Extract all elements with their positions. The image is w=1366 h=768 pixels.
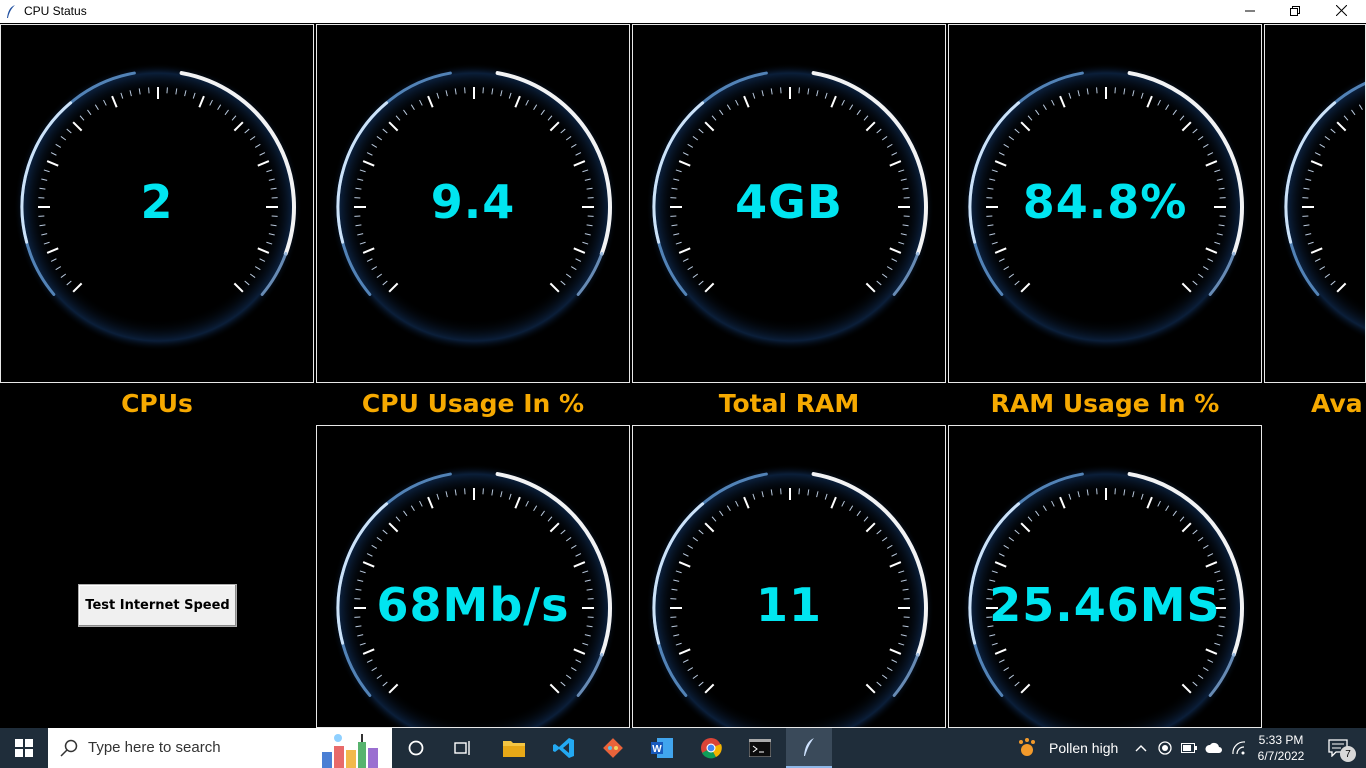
taskbar: Type here to search W Pollen high 5:33 P… (0, 728, 1366, 768)
gauge-dial (330, 464, 618, 727)
battery-button[interactable] (1179, 728, 1199, 768)
restore-icon (1290, 6, 1300, 16)
gauge-label-ram-usage: RAM Usage In % (990, 389, 1220, 418)
gauge-label-available: Ava (1311, 389, 1363, 418)
clock-date: 6/7/2022 (1257, 749, 1305, 763)
record-icon (1158, 741, 1172, 755)
gauge-value-cpu-usage: 9.4 (430, 175, 516, 229)
taskbar-vscode[interactable] (543, 728, 585, 768)
taskbar-python-app[interactable] (786, 728, 832, 768)
taskbar-search[interactable]: Type here to search (48, 728, 392, 768)
gauge-panel-ping: 25.46MS (948, 425, 1262, 728)
cortana-button[interactable] (396, 728, 436, 768)
gauge-value-cpus: 2 (140, 175, 174, 229)
gauge-panel-cpu-usage: 9.4 (316, 24, 630, 383)
search-icon (60, 739, 78, 757)
notification-center-button[interactable]: 7 (1318, 728, 1358, 768)
gauge-panel-upload: 11 (632, 425, 946, 728)
gauge-dial (962, 464, 1250, 727)
taskbar-word[interactable]: W (641, 728, 683, 768)
chevron-up-icon (1135, 745, 1147, 752)
minimize-icon (1245, 10, 1255, 12)
gauge-value-available: 6 (1265, 175, 1365, 229)
battery-icon (1181, 743, 1197, 753)
cloud-icon (1205, 742, 1222, 753)
gauge-value-download: 68Mb/s (376, 578, 570, 632)
pollen-icon (1019, 738, 1035, 756)
folder-icon (503, 741, 525, 757)
chrome-icon (701, 738, 722, 759)
taskbar-git[interactable] (592, 728, 634, 768)
feather-icon (7, 5, 15, 18)
gauge-value-total-ram: 4GB (735, 175, 843, 229)
clock-time: 5:33 PM (1258, 733, 1304, 747)
gauge-label-cpus: CPUs (121, 389, 193, 418)
taskbar-terminal[interactable] (739, 728, 781, 768)
taskbar-chrome[interactable] (690, 728, 732, 768)
gauge-panel-available: 6 (1264, 24, 1366, 383)
close-button[interactable] (1318, 0, 1364, 23)
show-hidden-icons-button[interactable] (1131, 728, 1151, 768)
search-placeholder: Type here to search (88, 739, 221, 756)
cortana-icon (408, 740, 424, 756)
taskbar-file-explorer[interactable] (493, 728, 535, 768)
close-icon (1335, 4, 1347, 17)
task-view-button[interactable] (443, 728, 483, 768)
wifi-icon (1232, 741, 1246, 755)
gauge-panel-cpus: 2 (0, 24, 314, 383)
onedrive-button[interactable] (1203, 728, 1225, 768)
network-button[interactable] (1229, 728, 1249, 768)
gauge-panel-total-ram: 4GB (632, 24, 946, 383)
restore-button[interactable] (1272, 0, 1318, 23)
weather-widget[interactable]: Pollen high (1015, 728, 1125, 768)
windows-icon (15, 739, 33, 757)
svg-text:W: W (652, 744, 662, 755)
gauge-panel-ram-usage: 84.8% (948, 24, 1262, 383)
tray-record-button[interactable] (1155, 728, 1175, 768)
task-view-icon (454, 741, 470, 755)
gauge-label-total-ram: Total RAM (718, 389, 860, 418)
vscode-icon (553, 738, 574, 758)
search-highlight-illustration-icon (322, 734, 378, 768)
title-bar: CPU Status (0, 0, 1366, 23)
gauge-dial (646, 464, 934, 727)
word-icon: W (651, 738, 673, 758)
gauge-label-cpu-usage: CPU Usage In % (361, 389, 585, 418)
gauge-panel-download: 68Mb/s (316, 425, 630, 728)
gauge-value-upload: 11 (755, 578, 822, 632)
gauge-value-ram-usage: 84.8% (1022, 175, 1188, 229)
window-title: CPU Status (24, 4, 87, 18)
test-internet-speed-button[interactable]: Test Internet Speed (78, 584, 237, 627)
gauge-value-ping: 25.46MS (989, 578, 1221, 632)
git-icon (603, 738, 623, 758)
minimize-button[interactable] (1227, 0, 1273, 23)
start-button[interactable] (0, 728, 48, 768)
feather-icon (804, 738, 814, 756)
terminal-icon (749, 739, 771, 757)
weather-text: Pollen high (1049, 740, 1119, 756)
clock[interactable]: 5:33 PM 6/7/2022 (1252, 728, 1310, 768)
notification-badge: 7 (1340, 746, 1356, 762)
